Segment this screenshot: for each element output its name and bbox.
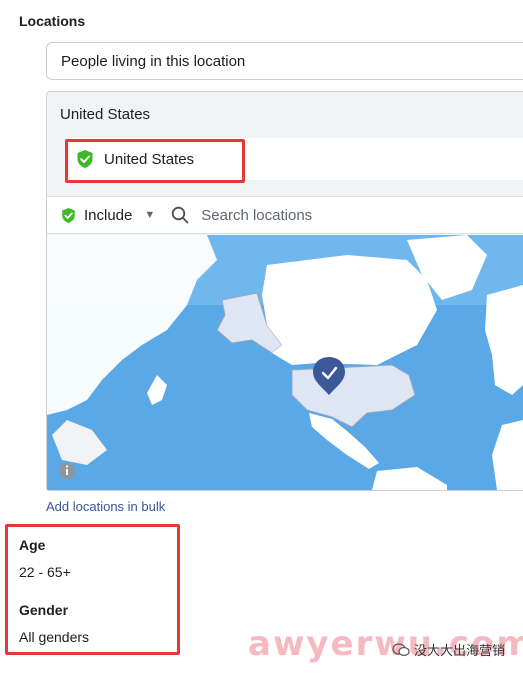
include-dropdown[interactable]: Include — [84, 207, 132, 224]
map-info-icon[interactable] — [59, 463, 75, 479]
watermark-badge: 没大大出海营销 — [392, 640, 505, 659]
watermark-badge-text: 没大大出海营销 — [414, 643, 506, 658]
gender-value: All genders — [19, 629, 90, 645]
include-check-icon — [61, 207, 76, 224]
locations-label: Locations — [19, 13, 86, 29]
search-icon — [171, 206, 189, 224]
audience-type-value: People living in this location — [61, 52, 246, 70]
audience-type-select[interactable]: People living in this location — [46, 42, 523, 80]
add-locations-bulk-link[interactable]: Add locations in bulk — [46, 499, 165, 514]
highlight-box-location — [65, 139, 245, 183]
location-group-title: United States — [60, 106, 151, 123]
age-label: Age — [19, 537, 46, 553]
search-locations-input[interactable] — [199, 205, 404, 225]
age-value: 22 - 65+ — [19, 564, 71, 580]
caret-down-icon[interactable]: ▼ — [144, 209, 155, 221]
location-map[interactable] — [47, 235, 523, 490]
gender-label: Gender — [19, 602, 69, 618]
wechat-icon — [392, 642, 410, 657]
location-filter-bar: Include ▼ — [47, 196, 523, 234]
